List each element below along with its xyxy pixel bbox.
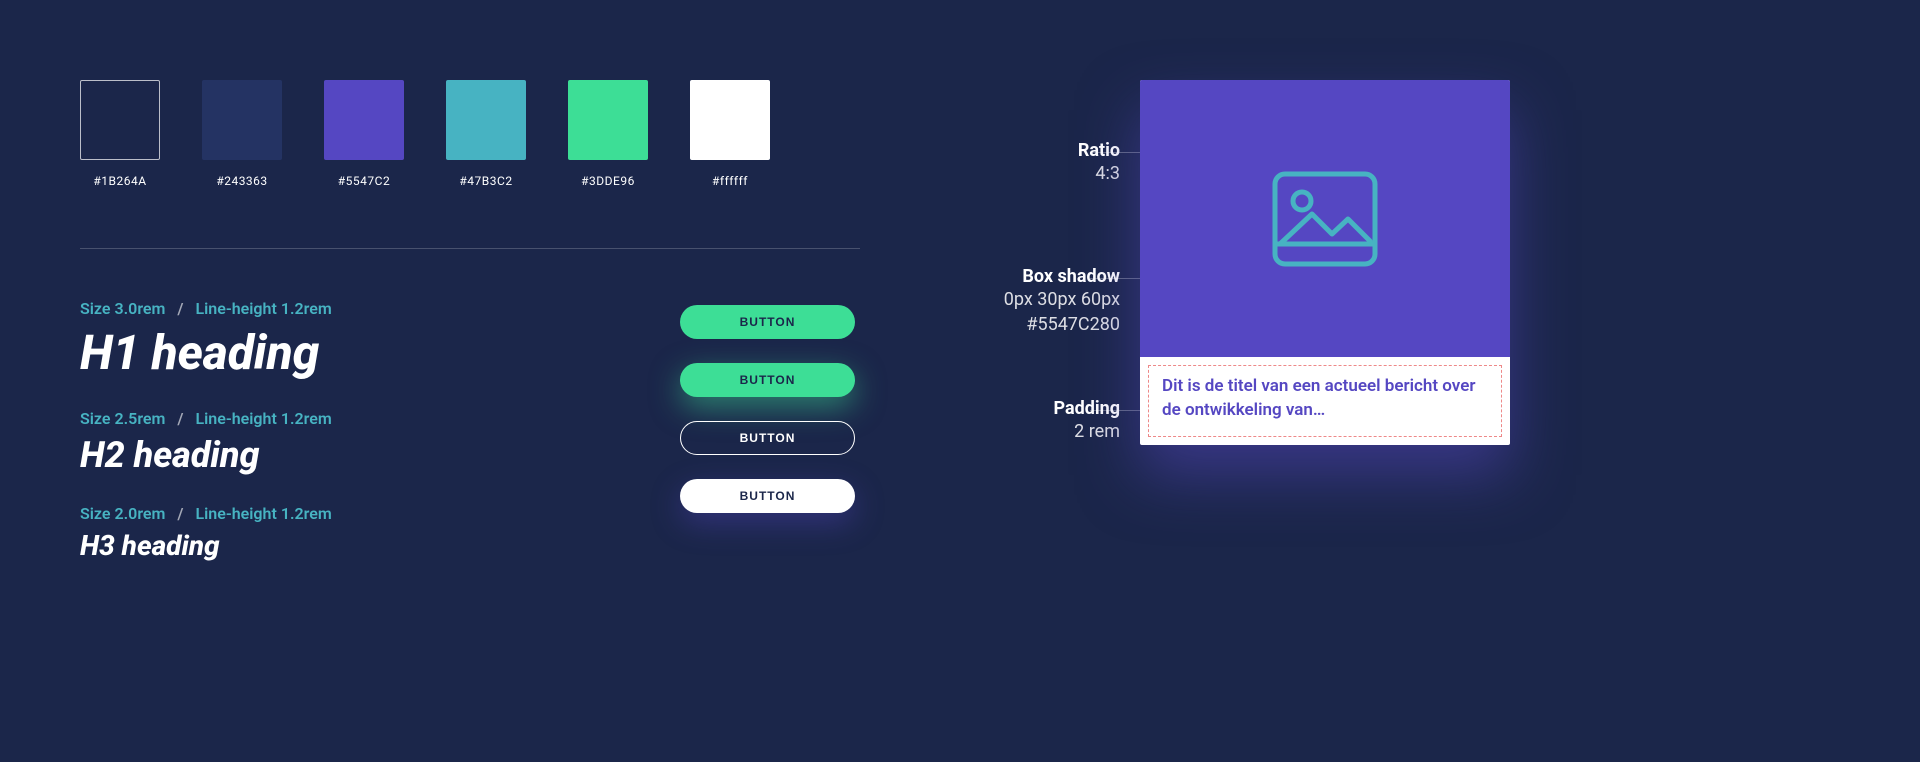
spec-value: 1.2rem [281, 504, 332, 523]
swatch-label: #1B264A [93, 174, 146, 188]
spec-label: Line-height [196, 504, 277, 523]
card-title: Dit is de titel van een actueel bericht … [1162, 375, 1488, 423]
spec-value: 3.0rem [114, 299, 165, 318]
card-annotations: Ratio 4:3 Box shadow 0px 30px 60px #5547… [940, 80, 1120, 562]
swatch-item: #ffffff [690, 80, 770, 188]
annotation-title: Box shadow [940, 266, 1120, 287]
color-swatch [202, 80, 282, 160]
annotation-value: #5547C280 [940, 312, 1120, 337]
button-primary-hover[interactable]: BUTTON [680, 363, 855, 397]
annotation-title: Padding [940, 398, 1120, 419]
swatch-item: #3DDE96 [568, 80, 648, 188]
spec-label: Line-height [196, 299, 277, 318]
card-media [1140, 80, 1510, 357]
annotation-shadow: Box shadow 0px 30px 60px #5547C280 [940, 266, 1120, 337]
swatch-label: #3DDE96 [581, 174, 635, 188]
color-swatch [446, 80, 526, 160]
spec-value: 1.2rem [281, 299, 332, 318]
typography-specimens: Size 3.0rem / Line-height 1.2rem H1 head… [80, 299, 540, 562]
swatch-item: #1B264A [80, 80, 160, 188]
swatch-label: #47B3C2 [459, 174, 512, 188]
spec-label: Line-height [196, 409, 277, 428]
swatch-item: #5547C2 [324, 80, 404, 188]
annotation-ratio: Ratio 4:3 [940, 140, 1120, 186]
annotation-value: 0px 30px 60px [940, 287, 1120, 312]
swatch-item: #243363 [202, 80, 282, 188]
spec-label: Size [80, 504, 111, 523]
spec-value: 2.0rem [114, 504, 165, 523]
annotation-title: Ratio [940, 140, 1120, 161]
swatch-label: #ffffff [712, 174, 748, 188]
color-swatch [80, 80, 160, 160]
spec-separator: / [169, 504, 191, 523]
divider [80, 248, 860, 249]
annotation-value: 4:3 [940, 161, 1120, 186]
annotation-value: 2 rem [940, 419, 1120, 444]
h3-sample: H3 heading [80, 529, 540, 562]
color-swatch [568, 80, 648, 160]
spec-separator: / [169, 409, 191, 428]
type-spec: Size 2.5rem / Line-height 1.2rem [80, 409, 540, 428]
color-swatch-row: #1B264A #243363 #5547C2 #47B3C2 #3DDE96 … [80, 80, 860, 188]
image-placeholder-icon [1270, 169, 1380, 269]
card-footer: Dit is de titel van een actueel bericht … [1140, 357, 1510, 445]
spec-label: Size [80, 299, 111, 318]
button-outline[interactable]: BUTTON [680, 421, 855, 455]
h1-sample: H1 heading [80, 324, 540, 381]
swatch-item: #47B3C2 [446, 80, 526, 188]
h2-sample: H2 heading [80, 434, 540, 476]
preview-card: Dit is de titel van een actueel bericht … [1140, 80, 1510, 445]
type-spec: Size 3.0rem / Line-height 1.2rem [80, 299, 540, 318]
color-swatch [690, 80, 770, 160]
type-spec: Size 2.0rem / Line-height 1.2rem [80, 504, 540, 523]
swatch-label: #243363 [216, 174, 267, 188]
button-variants: BUTTON BUTTON BUTTON BUTTON [680, 299, 860, 562]
button-primary[interactable]: BUTTON [680, 305, 855, 339]
spec-label: Size [80, 409, 111, 428]
spec-separator: / [169, 299, 191, 318]
annotation-padding: Padding 2 rem [940, 398, 1120, 444]
spec-value: 1.2rem [281, 409, 332, 428]
button-white[interactable]: BUTTON [680, 479, 855, 513]
spec-value: 2.5rem [114, 409, 165, 428]
color-swatch [324, 80, 404, 160]
swatch-label: #5547C2 [338, 174, 390, 188]
